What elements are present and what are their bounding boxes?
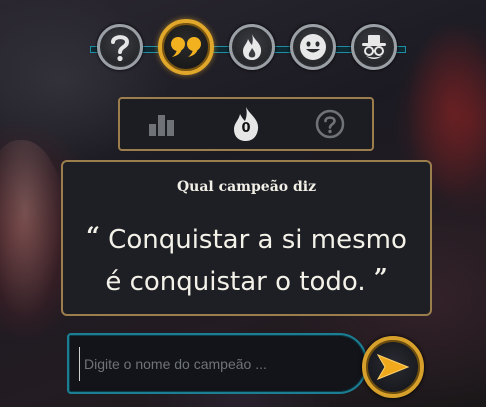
mode-emoji-button[interactable] (290, 24, 336, 70)
stats-hint-button[interactable] (142, 104, 182, 144)
quote-text: “ Conquistar a si mesmo é conquistar o t… (63, 217, 430, 301)
flame-hint-button[interactable]: 0 (226, 104, 266, 144)
open-quote-mark: “ (86, 221, 100, 250)
champion-name-input[interactable] (79, 347, 349, 381)
quote-title: Qual campeão diz (176, 179, 317, 195)
mode-selector (97, 19, 397, 75)
quote-line-1: Conquistar a si mesmo (108, 225, 407, 255)
background-art-left (0, 140, 70, 340)
mode-classic-button[interactable] (97, 24, 143, 70)
quote-panel: Qual campeão diz “ Conquistar a si mesmo… (61, 160, 432, 316)
smiley-icon (300, 34, 326, 60)
flame-icon (243, 34, 262, 60)
submit-button[interactable] (362, 336, 424, 398)
flame-count: 0 (241, 121, 251, 136)
help-hint-button[interactable] (310, 104, 350, 144)
hint-panel: 0 (118, 97, 374, 151)
disguise-icon (362, 35, 386, 59)
arrow-right-icon (376, 353, 410, 381)
question-circle-icon (315, 109, 345, 139)
mode-quote-button[interactable] (158, 19, 214, 75)
mode-ability-button[interactable] (229, 24, 275, 70)
quote-icon (171, 37, 201, 57)
quote-line-2: é conquistar o todo. (105, 267, 366, 297)
close-quote-mark: ” (373, 263, 388, 292)
question-icon (111, 35, 130, 62)
bar-chart-icon (149, 115, 174, 136)
answer-field-container (67, 333, 367, 394)
mode-splash-button[interactable] (351, 24, 397, 70)
